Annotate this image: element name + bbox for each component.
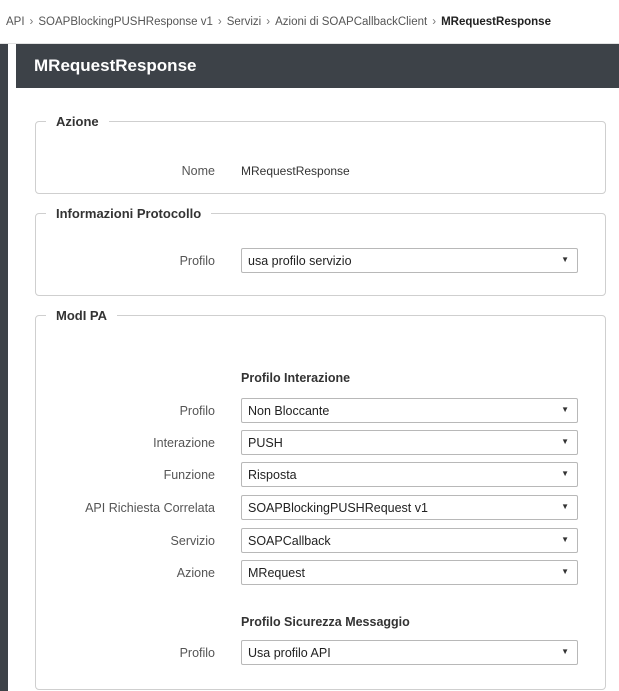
- breadcrumb-separator: ›: [266, 15, 271, 28]
- modi-row-interazione: Interazione PUSH ▼: [36, 429, 605, 456]
- azione-panel: Azione Nome MRequestResponse: [35, 114, 606, 194]
- breadcrumb-item-azioni[interactable]: Azioni di SOAPCallbackClient: [275, 16, 427, 28]
- breadcrumb-separator: ›: [432, 15, 437, 28]
- azione-select[interactable]: MRequest ▼: [241, 560, 578, 585]
- breadcrumb-item-servizi[interactable]: Servizi: [227, 16, 262, 28]
- profilo-sicurezza-heading: Profilo Sicurezza Messaggio: [241, 615, 410, 629]
- field-value: Non Bloccante: [248, 403, 330, 418]
- azione-legend: Azione: [56, 114, 99, 129]
- field-label: API Richiesta Correlata: [85, 500, 215, 515]
- nome-row: Nome MRequestResponse: [36, 157, 605, 184]
- modi-row-azione: Azione MRequest ▼: [36, 559, 605, 586]
- field-label: Funzione: [163, 467, 215, 482]
- protocollo-legend: Informazioni Protocollo: [56, 206, 202, 221]
- field-value: MRequest: [248, 565, 305, 580]
- form-content: Azione Nome MRequestResponse Informazion…: [16, 88, 619, 691]
- modi-row-api-correlata: API Richiesta Correlata SOAPBlockingPUSH…: [36, 494, 605, 521]
- field-label: Servizio: [170, 533, 215, 548]
- field-label: Interazione: [153, 435, 215, 450]
- sicurezza-profilo-select[interactable]: Usa profilo API ▼: [241, 640, 578, 665]
- field-label: Profilo: [179, 403, 215, 418]
- chevron-down-icon: ▼: [561, 437, 569, 446]
- chevron-down-icon: ▼: [561, 647, 569, 656]
- nome-label: Nome: [181, 163, 215, 178]
- chevron-down-icon: ▼: [561, 405, 569, 414]
- field-value: SOAPCallback: [248, 533, 331, 548]
- left-rail: [0, 44, 8, 691]
- breadcrumb-separator: ›: [29, 15, 34, 28]
- chevron-down-icon: ▼: [561, 255, 569, 264]
- modi-panel: ModI PA Profilo Interazione Profilo Non …: [35, 308, 606, 690]
- modi-legend: ModI PA: [56, 308, 108, 323]
- chevron-down-icon: ▼: [561, 469, 569, 478]
- profilo-select[interactable]: Non Bloccante ▼: [241, 398, 578, 423]
- breadcrumb-item-api-name[interactable]: SOAPBlockingPUSHResponse v1: [38, 16, 213, 28]
- modi-row-servizio: Servizio SOAPCallback ▼: [36, 527, 605, 554]
- modi-row-sicurezza-profilo: Profilo Usa profilo API ▼: [36, 639, 605, 666]
- funzione-select[interactable]: Risposta ▼: [241, 462, 578, 487]
- protocollo-profilo-select[interactable]: usa profilo servizio ▼: [241, 248, 578, 273]
- breadcrumb: API › SOAPBlockingPUSHResponse v1 › Serv…: [0, 0, 619, 44]
- field-value: Risposta: [248, 467, 297, 482]
- breadcrumb-current: MRequestResponse: [441, 15, 551, 28]
- api-correlata-select[interactable]: SOAPBlockingPUSHRequest v1 ▼: [241, 495, 578, 520]
- profilo-interazione-heading: Profilo Interazione: [241, 371, 351, 385]
- servizio-select[interactable]: SOAPCallback ▼: [241, 528, 578, 553]
- modi-row-profilo: Profilo Non Bloccante ▼: [36, 397, 605, 424]
- field-label: Profilo: [179, 645, 215, 660]
- field-label: Azione: [176, 565, 215, 580]
- protocollo-profilo-label: Profilo: [179, 253, 215, 268]
- modi-row-funzione: Funzione Risposta ▼: [36, 461, 605, 488]
- chevron-down-icon: ▼: [561, 535, 569, 544]
- protocollo-profilo-row: Profilo usa profilo servizio ▼: [36, 247, 605, 274]
- protocollo-profilo-value: usa profilo servizio: [248, 253, 352, 268]
- protocollo-panel: Informazioni Protocollo Profilo usa prof…: [35, 206, 606, 296]
- field-value: SOAPBlockingPUSHRequest v1: [248, 500, 428, 515]
- chevron-down-icon: ▼: [561, 567, 569, 576]
- field-value: Usa profilo API: [248, 645, 331, 660]
- field-value: PUSH: [248, 435, 283, 450]
- interazione-select[interactable]: PUSH ▼: [241, 430, 578, 455]
- breadcrumb-separator: ›: [217, 15, 222, 28]
- chevron-down-icon: ▼: [561, 502, 569, 511]
- page-title: MRequestResponse: [16, 44, 619, 88]
- breadcrumb-item-api[interactable]: API: [6, 16, 25, 28]
- nome-value: MRequestResponse: [241, 163, 350, 178]
